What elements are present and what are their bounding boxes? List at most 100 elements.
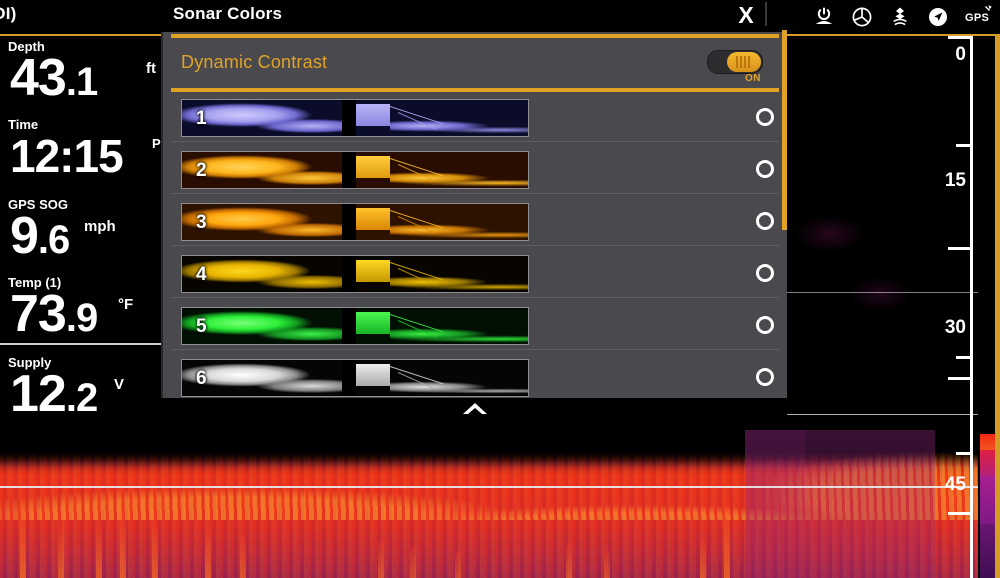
depth-tick-minor (956, 356, 970, 359)
readout-unit: °F (118, 296, 134, 313)
palette-radio[interactable] (756, 160, 774, 178)
sonar-cone-icon[interactable] (888, 4, 912, 30)
depth-tick-label: 15 (944, 170, 966, 191)
readout-supply: Supply 12.2 V (0, 344, 163, 424)
palette-radio[interactable] (756, 108, 774, 126)
readout-value: 43.1 (10, 49, 98, 107)
sonar-gap (342, 204, 356, 240)
palette-row[interactable]: 3 (171, 200, 779, 244)
digital-readout-panel: Depth 43.1 ft Time 12:15 PM GPS SOG 9.6 (0, 34, 172, 444)
bottom-spike (205, 528, 211, 578)
depth-tick-label: 45 (944, 474, 966, 495)
palette-row[interactable]: 5 (171, 304, 779, 348)
depth-tick-major (948, 377, 970, 380)
bottom-spike (604, 550, 610, 578)
bottom-spike (240, 534, 246, 578)
fishfinder-screen: ar (DI) (0, 0, 1000, 578)
sonar-gap (342, 100, 356, 136)
depth-axis-line (970, 34, 973, 578)
palette-row[interactable]: 2 (171, 148, 779, 192)
sonar-gap (342, 360, 356, 396)
palette-radio[interactable] (756, 316, 774, 334)
palette-row[interactable]: 4 (171, 252, 779, 296)
chevron-up-icon[interactable] (461, 401, 489, 416)
toggle-grip (736, 56, 752, 68)
palette-separator (171, 193, 779, 194)
dialog-rule-bottom (171, 88, 779, 92)
palette-number: 2 (196, 160, 207, 181)
bottom-spike (96, 526, 102, 578)
sonar-colors-dialog: Sonar Colors X Dynamic Contrast ON 1 2 3… (163, 0, 787, 398)
readout-time: Time 12:15 PM (0, 108, 172, 186)
palette-separator (171, 245, 779, 246)
bottom-spike (700, 538, 706, 578)
readout-depth: Depth 43.1 ft (0, 34, 163, 108)
sonar-block (356, 260, 390, 282)
dialog-header: Sonar Colors X (163, 0, 787, 32)
palette-number: 5 (196, 316, 207, 337)
readout-unit: mph (84, 218, 116, 235)
palette-row[interactable]: 1 (171, 96, 779, 140)
navigation-arrow-icon[interactable] (926, 4, 950, 30)
toggle-state-label: ON (745, 73, 761, 84)
view-title: ar (DI) (0, 4, 17, 23)
readout-gps-sog: GPS SOG 9.6 mph (0, 186, 163, 266)
bottom-spike (152, 520, 158, 578)
gps-icon-label: GPS (965, 12, 990, 24)
bottom-spike (120, 512, 126, 578)
palette-number: 4 (196, 264, 207, 285)
chart-card-icon[interactable] (850, 4, 874, 30)
bottom-spike (455, 550, 461, 578)
palette-separator (171, 349, 779, 350)
palette-radio[interactable] (756, 212, 774, 230)
depth-tick-minor (956, 144, 970, 147)
palette-preview[interactable]: 1 (181, 99, 529, 137)
palette-list: 1 2 3 4 5 6 (163, 94, 787, 398)
dynamic-contrast-toggle[interactable] (707, 50, 763, 74)
readout-value: 73.9 (10, 285, 98, 343)
depth-tick-major (948, 247, 970, 250)
close-icon[interactable]: X (733, 2, 759, 28)
dialog-left-edge (161, 32, 163, 398)
palette-row[interactable]: 6 (171, 356, 779, 400)
palette-radio[interactable] (756, 368, 774, 386)
depth-scale: 0 15 30 45 (912, 34, 1000, 578)
bottom-spike (566, 542, 572, 578)
palette-preview[interactable]: 5 (181, 307, 529, 345)
dialog-rule-top (171, 34, 779, 38)
bottom-spike (410, 546, 416, 578)
depth-tick-label: 30 (944, 317, 966, 338)
palette-separator (171, 297, 779, 298)
right-gold-border (995, 0, 1000, 578)
gps-icon[interactable]: GPS (964, 4, 994, 30)
palette-number: 3 (196, 212, 207, 233)
dialog-title: Sonar Colors (173, 4, 283, 23)
sonar-gap (342, 152, 356, 188)
palette-preview[interactable]: 3 (181, 203, 529, 241)
readout-unit: V (114, 376, 125, 393)
depth-tick-major (948, 512, 970, 515)
palette-radio[interactable] (756, 264, 774, 282)
bottom-spike (378, 540, 384, 578)
palette-preview[interactable]: 4 (181, 255, 529, 293)
sonar-block (356, 312, 390, 334)
sonar-gap (342, 256, 356, 292)
bottom-white-line (0, 486, 1000, 488)
bottom-spike (58, 516, 64, 578)
palette-number: 1 (196, 108, 207, 129)
dialog-body: Dynamic Contrast ON 1 2 3 4 5 6 (163, 32, 787, 398)
sonar-block (356, 156, 390, 178)
power-icon[interactable] (812, 4, 836, 30)
sonar-block (356, 104, 390, 126)
sonar-block (356, 364, 390, 386)
dynamic-contrast-row[interactable]: Dynamic Contrast ON (171, 40, 779, 86)
toggle-knob (727, 52, 761, 72)
dialog-footer (163, 398, 787, 420)
bottom-structure-column (745, 430, 805, 578)
readout-temp: Temp (1) 73.9 °F (0, 266, 163, 344)
bottom-spike (20, 500, 26, 578)
palette-preview[interactable]: 2 (181, 151, 529, 189)
sonar-bottom-return (0, 430, 1000, 578)
dialog-scrollbar[interactable] (782, 30, 787, 230)
palette-preview[interactable]: 6 (181, 359, 529, 397)
